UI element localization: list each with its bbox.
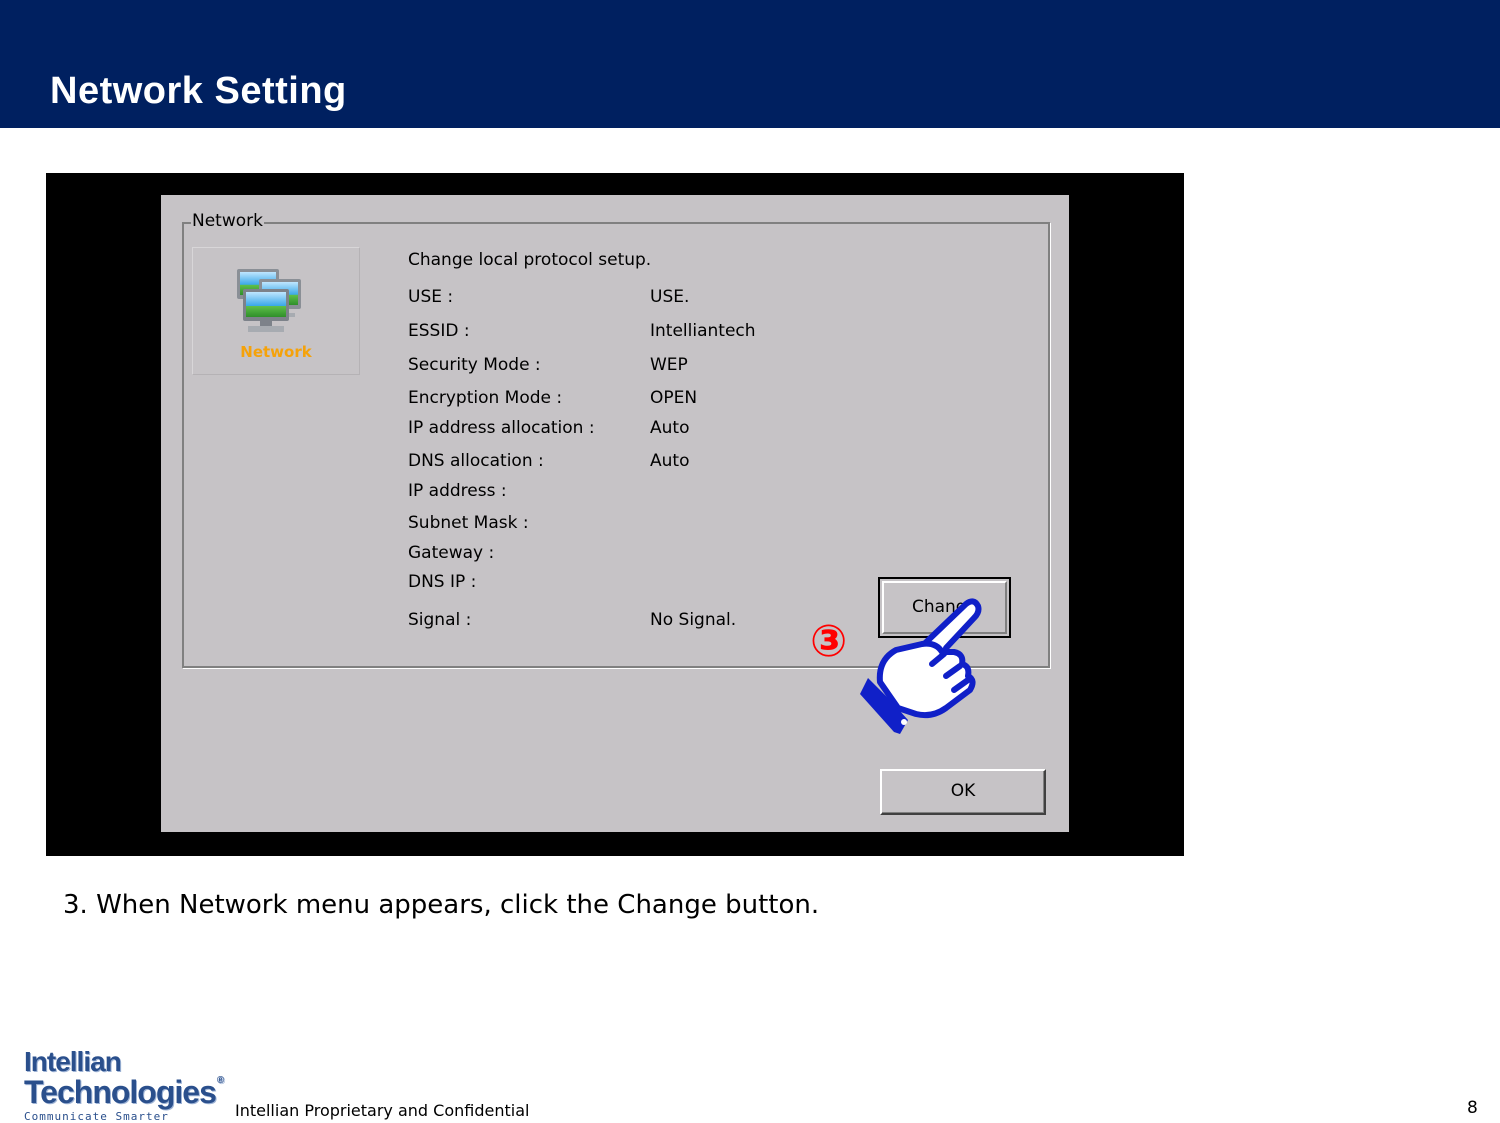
company-logo: Intellian Technologies® Communicate Smar… bbox=[24, 1046, 224, 1123]
setting-row-ip-allocation: IP address allocation : Auto bbox=[408, 418, 908, 440]
row-value: Intelliantech bbox=[650, 321, 756, 341]
slide-header: Network Setting bbox=[0, 0, 1500, 128]
pointing-hand-icon bbox=[860, 598, 982, 734]
setting-row-essid: ESSID : Intelliantech bbox=[408, 321, 908, 343]
setting-row-dns-allocation: DNS allocation : Auto bbox=[408, 451, 908, 473]
setting-row-security-mode: Security Mode : WEP bbox=[408, 355, 908, 377]
row-value: WEP bbox=[650, 355, 688, 375]
network-icon-panel: Network bbox=[192, 247, 360, 375]
row-label: DNS IP : bbox=[408, 572, 477, 592]
row-value: No Signal. bbox=[650, 610, 737, 630]
row-label: IP address : bbox=[408, 481, 507, 501]
row-label: Gateway : bbox=[408, 543, 495, 563]
row-label: ESSID : bbox=[408, 321, 470, 341]
setting-row-use: USE : USE. bbox=[408, 287, 908, 309]
dialog-intro-text: Change local protocol setup. bbox=[408, 250, 652, 270]
page-number: 8 bbox=[1467, 1098, 1478, 1118]
row-label: Encryption Mode : bbox=[408, 388, 563, 408]
ok-button[interactable]: OK bbox=[880, 769, 1046, 815]
row-value: Auto bbox=[650, 418, 690, 438]
setting-row-dns-ip: DNS IP : bbox=[408, 572, 908, 594]
logo-line2: Technologies® bbox=[24, 1074, 224, 1110]
row-value: USE. bbox=[650, 287, 690, 307]
row-label: DNS allocation : bbox=[408, 451, 544, 471]
row-label: USE : bbox=[408, 287, 454, 307]
device-screen: Network Network Change local protocol se… bbox=[46, 173, 1184, 856]
logo-line2-text: Technologies bbox=[24, 1074, 217, 1110]
groupbox-title: Network bbox=[191, 211, 264, 231]
logo-registered-mark: ® bbox=[216, 1075, 224, 1086]
network-computers-icon bbox=[237, 269, 301, 332]
footer-confidential-text: Intellian Proprietary and Confidential bbox=[235, 1101, 530, 1120]
row-label: IP address allocation : bbox=[408, 418, 595, 438]
setting-row-subnet-mask: Subnet Mask : bbox=[408, 513, 908, 535]
logo-tagline: Communicate Smarter bbox=[24, 1110, 169, 1123]
instruction-caption: 3. When Network menu appears, click the … bbox=[63, 890, 820, 920]
logo-line1: Intellian bbox=[24, 1046, 122, 1077]
setting-row-ip-address: IP address : bbox=[408, 481, 908, 503]
row-value: OPEN bbox=[650, 388, 698, 408]
slide-title: Network Setting bbox=[50, 70, 347, 112]
setting-row-gateway: Gateway : bbox=[408, 543, 908, 565]
row-value: Auto bbox=[650, 451, 690, 471]
network-icon-label: Network bbox=[240, 343, 312, 361]
row-label: Subnet Mask : bbox=[408, 513, 529, 533]
step-number-badge: ③ bbox=[810, 616, 848, 667]
setting-row-encryption-mode: Encryption Mode : OPEN bbox=[408, 388, 908, 410]
row-label: Security Mode : bbox=[408, 355, 541, 375]
row-label: Signal : bbox=[408, 610, 472, 630]
